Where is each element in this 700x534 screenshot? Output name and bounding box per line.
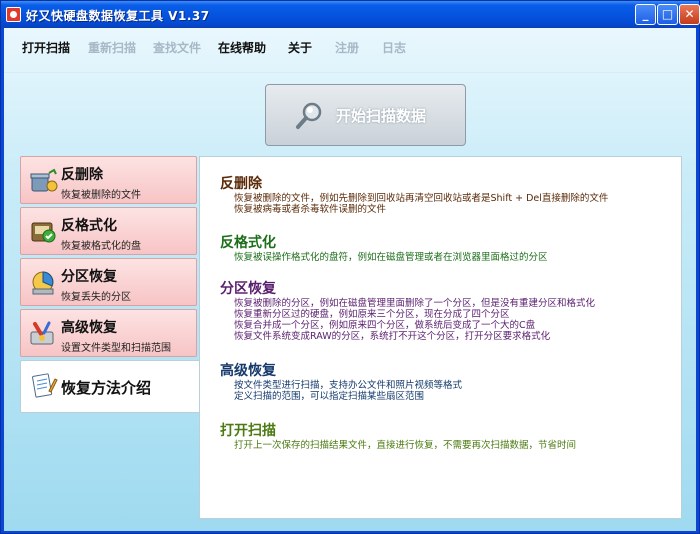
sidebar-item-title: 恢复方法介绍 — [61, 379, 152, 397]
sidebar-item-undelete[interactable]: 反删除 恢复被删除的文件 — [20, 156, 197, 204]
section-line: 恢复被删除的分区，例如在磁盘管理里面删除了一个分区，但是没有重建分区和格式化 — [234, 298, 596, 309]
magnifier-icon — [296, 102, 322, 129]
title-bar[interactable]: 好又快硬盘数据恢复工具 V1.37 _ □ ✕ — [1, 1, 700, 28]
section-line: 恢复合并成一个分区，例如原来四个分区，做系统后变成了一个大的C盘 — [234, 320, 536, 331]
client-area: 打开扫描 重新扫描 查找文件 在线帮助 关于 注册 日志 开始扫描数据 反删除 … — [4, 28, 696, 531]
sidebar-item-title: 分区恢复 — [61, 269, 117, 285]
start-scan-label: 开始扫描数据 — [336, 107, 427, 125]
methods-panel: 反删除 恢复被删除的文件，例如先删除到回收站再清空回收站或者是Shift + D… — [199, 156, 682, 519]
section-line: 打开上一次保存的扫描结果文件，直接进行恢复，不需要再次扫描数据，节省时间 — [234, 440, 577, 451]
menu-about[interactable]: 关于 — [288, 39, 312, 56]
menu-rescan[interactable]: 重新扫描 — [88, 39, 136, 56]
section-title-unformat: 反格式化 — [220, 235, 276, 251]
menu-find-file[interactable]: 查找文件 — [153, 39, 201, 56]
sidebar-item-title: 反格式化 — [61, 218, 117, 234]
menu-divider — [4, 72, 696, 73]
section-title-undelete: 反删除 — [220, 176, 262, 192]
menu-open-scan[interactable]: 打开扫描 — [22, 39, 70, 56]
section-line: 恢复被误操作格式化的盘符，例如在磁盘管理或者在浏览器里面格过的分区 — [234, 252, 548, 263]
sidebar-item-methods-intro[interactable]: 恢复方法介绍 — [20, 360, 200, 413]
sidebar-item-subtitle: 恢复丢失的分区 — [61, 292, 131, 303]
section-line: 恢复重新分区过的硬盘，例如原来三个分区，现在分成了四个分区 — [234, 309, 510, 320]
sidebar-item-title: 高级恢复 — [61, 320, 117, 336]
close-button[interactable]: ✕ — [679, 4, 700, 25]
section-line: 恢复被删除的文件，例如先删除到回收站再清空回收站或者是Shift + Del直接… — [234, 193, 609, 204]
sidebar-item-title: 反删除 — [61, 167, 103, 183]
section-title-advanced-recovery: 高级恢复 — [220, 363, 276, 379]
app-window: 好又快硬盘数据恢复工具 V1.37 _ □ ✕ 打开扫描 重新扫描 查找文件 在… — [0, 0, 700, 534]
notepad-icon — [32, 373, 58, 398]
menu-online-help[interactable]: 在线帮助 — [218, 39, 266, 56]
section-title-open-scan: 打开扫描 — [220, 423, 276, 439]
minimize-button[interactable]: _ — [635, 4, 656, 25]
menu-register[interactable]: 注册 — [335, 39, 359, 56]
maximize-button[interactable]: □ — [657, 4, 678, 25]
window-title: 好又快硬盘数据恢复工具 V1.37 — [26, 9, 210, 23]
section-line: 恢复文件系统变成RAW的分区，系统打不开这个分区，打开分区要求格式化 — [234, 331, 551, 342]
sidebar-item-subtitle: 设置文件类型和扫描范围 — [61, 343, 171, 354]
menu-bar: 打开扫描 重新扫描 查找文件 在线帮助 关于 注册 日志 — [4, 36, 696, 58]
section-line: 定义扫描的范围，可以指定扫描某些扇区范围 — [234, 391, 425, 402]
sidebar-item-subtitle: 恢复被格式化的盘 — [61, 241, 141, 252]
tools-icon — [30, 321, 54, 345]
menu-log[interactable]: 日志 — [382, 39, 406, 56]
sidebar-item-subtitle: 恢复被删除的文件 — [61, 190, 141, 201]
partition-icon — [32, 271, 54, 295]
recycle-bin-icon — [30, 168, 58, 192]
disk-check-icon — [31, 222, 56, 243]
sidebar-item-unformat[interactable]: 反格式化 恢复被格式化的盘 — [20, 207, 197, 255]
start-scan-button[interactable]: 开始扫描数据 — [265, 84, 466, 146]
section-line: 按文件类型进行扫描，支持办公文件和照片视频等格式 — [234, 380, 463, 391]
app-icon — [6, 7, 21, 22]
sidebar-item-advanced-recovery[interactable]: 高级恢复 设置文件类型和扫描范围 — [20, 309, 197, 357]
section-line: 恢复被病毒或者杀毒软件误删的文件 — [234, 204, 387, 215]
section-title-partition-recovery: 分区恢复 — [220, 281, 276, 297]
sidebar-item-partition-recovery[interactable]: 分区恢复 恢复丢失的分区 — [20, 258, 197, 306]
